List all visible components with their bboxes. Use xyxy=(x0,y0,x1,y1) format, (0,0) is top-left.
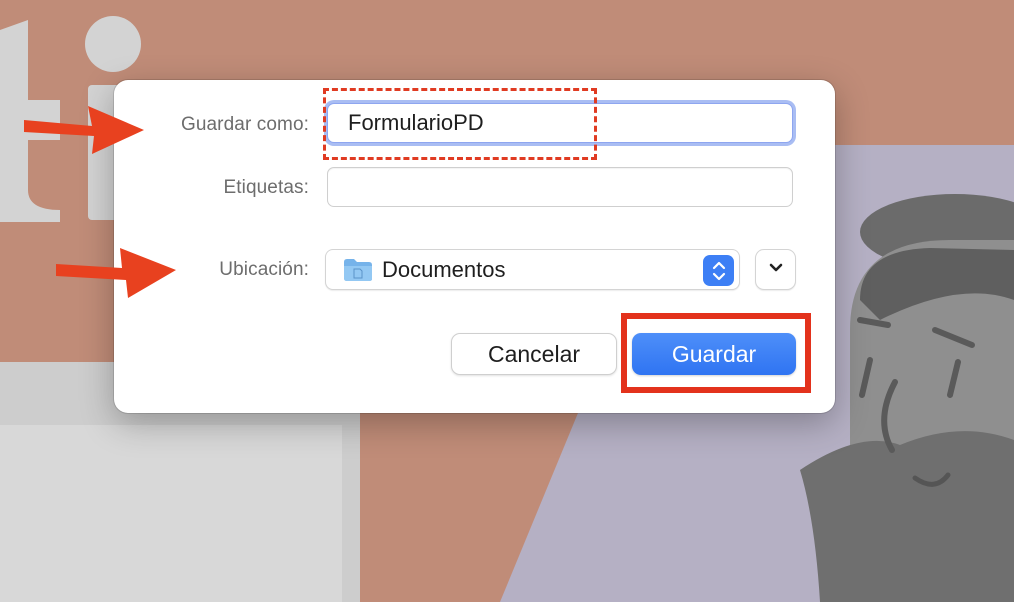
cancel-button[interactable]: Cancelar xyxy=(451,333,617,375)
annotation-highlight-box xyxy=(621,313,811,393)
red-arrow-icon xyxy=(24,106,144,154)
tags-label: Etiquetas: xyxy=(223,177,309,198)
annotation-dashed-box xyxy=(323,88,597,160)
expand-button[interactable] xyxy=(755,249,796,290)
location-label: Ubicación: xyxy=(219,259,309,280)
location-popup[interactable]: Documentos xyxy=(325,249,740,290)
location-value: Documentos xyxy=(382,256,506,282)
folder-icon xyxy=(343,258,373,282)
tags-input[interactable] xyxy=(327,167,793,207)
red-arrow-icon xyxy=(56,248,176,298)
save-as-label: Guardar como: xyxy=(180,114,309,135)
up-down-chevron-icon xyxy=(703,255,734,286)
chevron-down-icon xyxy=(768,261,784,279)
